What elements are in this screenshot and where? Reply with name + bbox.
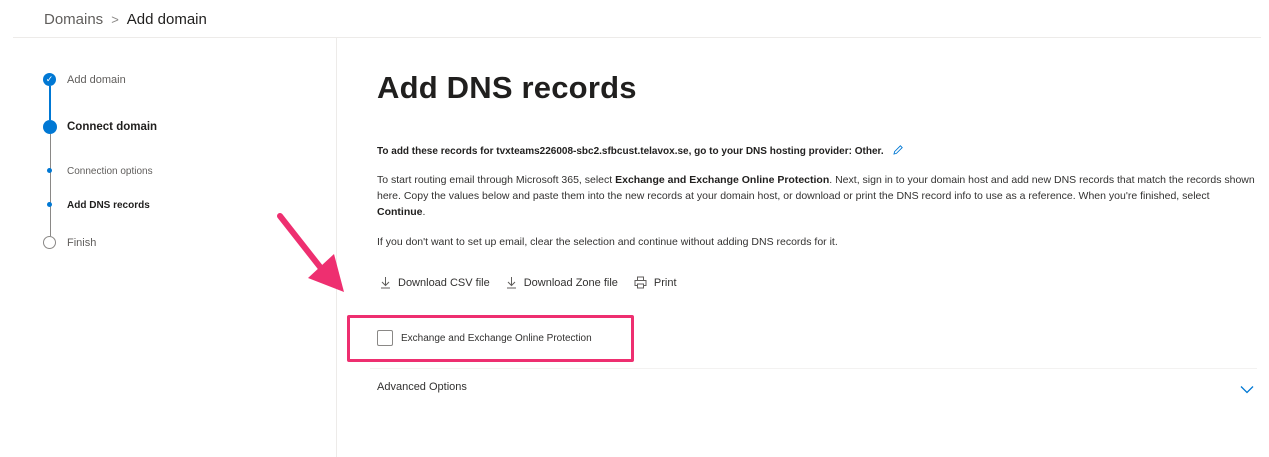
breadcrumb-domains-link[interactable]: Domains xyxy=(44,11,103,28)
download-zone-button[interactable]: Download Zone file xyxy=(506,276,618,289)
substep-dot-icon xyxy=(47,168,52,173)
step-connect-domain[interactable]: Connect domain xyxy=(67,121,157,133)
step-connection-options[interactable]: Connection options xyxy=(67,166,153,177)
step-finish[interactable]: Finish xyxy=(67,237,96,249)
substep-dot-icon xyxy=(47,202,52,207)
instructions-text: To start routing email through Microsoft… xyxy=(377,174,616,186)
pending-step-icon xyxy=(43,236,56,249)
annotation-arrow-icon xyxy=(270,210,350,305)
breadcrumb: Domains > Add domain xyxy=(44,11,207,28)
print-button[interactable]: Print xyxy=(634,276,677,289)
advanced-options-toggle[interactable]: Advanced Options xyxy=(377,381,467,393)
highlight-annotation-box xyxy=(347,315,634,362)
instructions-paragraph: To start routing email through Microsoft… xyxy=(377,172,1257,220)
advanced-divider xyxy=(370,368,1257,369)
dns-provider-intro: To add these records for tvxteams226008-… xyxy=(377,144,904,159)
instructions-bold-service: Exchange and Exchange Online Protection xyxy=(615,174,830,186)
download-csv-button[interactable]: Download CSV file xyxy=(380,276,490,289)
dns-provider-text: To add these records for tvxteams226008-… xyxy=(377,146,884,157)
skip-email-note: If you don't want to set up email, clear… xyxy=(377,236,838,248)
breadcrumb-separator: > xyxy=(111,12,119,27)
download-icon xyxy=(381,277,390,289)
printer-icon xyxy=(634,276,647,289)
chevron-down-icon[interactable] xyxy=(1240,381,1254,399)
download-icon xyxy=(506,277,516,289)
print-label: Print xyxy=(653,276,677,289)
instructions-bold-continue: Continue xyxy=(377,206,423,218)
step-add-domain[interactable]: Add domain xyxy=(67,74,126,86)
pencil-edit-icon[interactable] xyxy=(892,144,904,159)
download-csv-label: Download CSV file xyxy=(398,276,490,289)
page-title: Add DNS records xyxy=(377,70,637,105)
current-step-icon xyxy=(43,120,57,134)
step-connector xyxy=(49,86,51,120)
step-connector xyxy=(49,134,51,236)
header-divider xyxy=(13,37,1261,38)
step-add-dns-records[interactable]: Add DNS records xyxy=(67,200,150,211)
check-icon: ✓ xyxy=(43,73,56,86)
download-zone-label: Download Zone file xyxy=(523,276,618,289)
breadcrumb-current: Add domain xyxy=(126,11,207,28)
download-actions: Download CSV file Download Zone file Pri… xyxy=(380,276,693,289)
instructions-text: . xyxy=(422,206,426,218)
